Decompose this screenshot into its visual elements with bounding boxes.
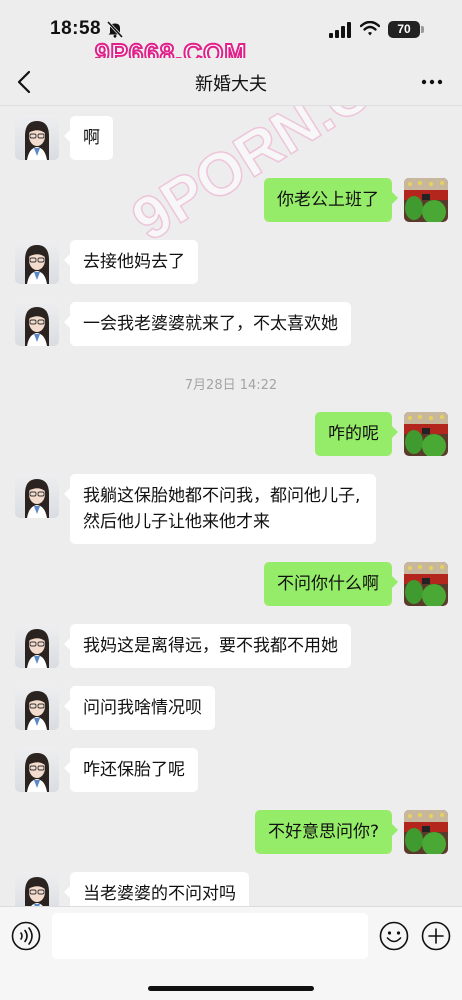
- contact-avatar[interactable]: [15, 872, 59, 906]
- more-dots-icon[interactable]: [418, 70, 446, 94]
- plus-icon[interactable]: [421, 921, 451, 951]
- contact-avatar[interactable]: [15, 686, 59, 730]
- contact-avatar[interactable]: [15, 748, 59, 792]
- message-bubble-received[interactable]: 问问我啥情况呗: [64, 686, 215, 730]
- message-bubble-received[interactable]: 当老婆婆的不问对吗: [64, 872, 249, 906]
- message-bubble-sent[interactable]: 不问你什么啊: [264, 562, 398, 606]
- contact-avatar[interactable]: [15, 624, 59, 668]
- message-input[interactable]: [52, 913, 368, 959]
- message-bubble-sent[interactable]: 咋的呢: [315, 412, 398, 456]
- home-indicator: [148, 986, 314, 991]
- contact-avatar[interactable]: [15, 474, 59, 518]
- my-avatar[interactable]: [404, 178, 448, 222]
- message-bubble-received[interactable]: 我妈这是离得远，要不我都不用她: [64, 624, 351, 668]
- signal-icon: [329, 22, 351, 38]
- contact-avatar[interactable]: [15, 302, 59, 346]
- message-bubble-received[interactable]: 去接他妈去了: [64, 240, 198, 284]
- timestamp: 7月28日 14:22: [184, 378, 278, 393]
- emoji-icon[interactable]: [379, 921, 409, 951]
- status-bar: 18:58 9P668.COM 70: [0, 0, 462, 69]
- battery-indicator: 70: [388, 21, 420, 38]
- message-bubble-sent[interactable]: 你老公上班了: [264, 178, 398, 222]
- battery-tip: [421, 26, 424, 33]
- status-time: 18:58: [50, 18, 102, 39]
- message-bubble-received[interactable]: 我躺这保胎她都不问我，都问他儿子,然后他儿子让他来他才来: [64, 474, 376, 544]
- message-bubble-sent[interactable]: 不好意思问你?: [254, 810, 399, 854]
- chat-title: 新婚大夫: [195, 74, 267, 95]
- wifi-icon: [360, 21, 380, 36]
- my-avatar[interactable]: [404, 562, 448, 606]
- my-avatar[interactable]: [404, 412, 448, 456]
- message-bubble-received[interactable]: 啊: [64, 116, 113, 160]
- my-avatar[interactable]: [404, 810, 448, 854]
- voice-icon[interactable]: [11, 921, 41, 951]
- contact-avatar[interactable]: [15, 116, 59, 160]
- message-bubble-received[interactable]: 一会我老婆婆就来了，不太喜欢她: [64, 302, 351, 346]
- nav-bar: 新婚大夫: [0, 58, 462, 106]
- message-bubble-received[interactable]: 咋还保胎了呢: [64, 748, 198, 792]
- bell-muted-icon: [106, 20, 124, 38]
- contact-avatar[interactable]: [15, 240, 59, 284]
- chat-area[interactable]: 9PORN.COM 啊 你老公上班了 去接他妈去了: [0, 106, 462, 906]
